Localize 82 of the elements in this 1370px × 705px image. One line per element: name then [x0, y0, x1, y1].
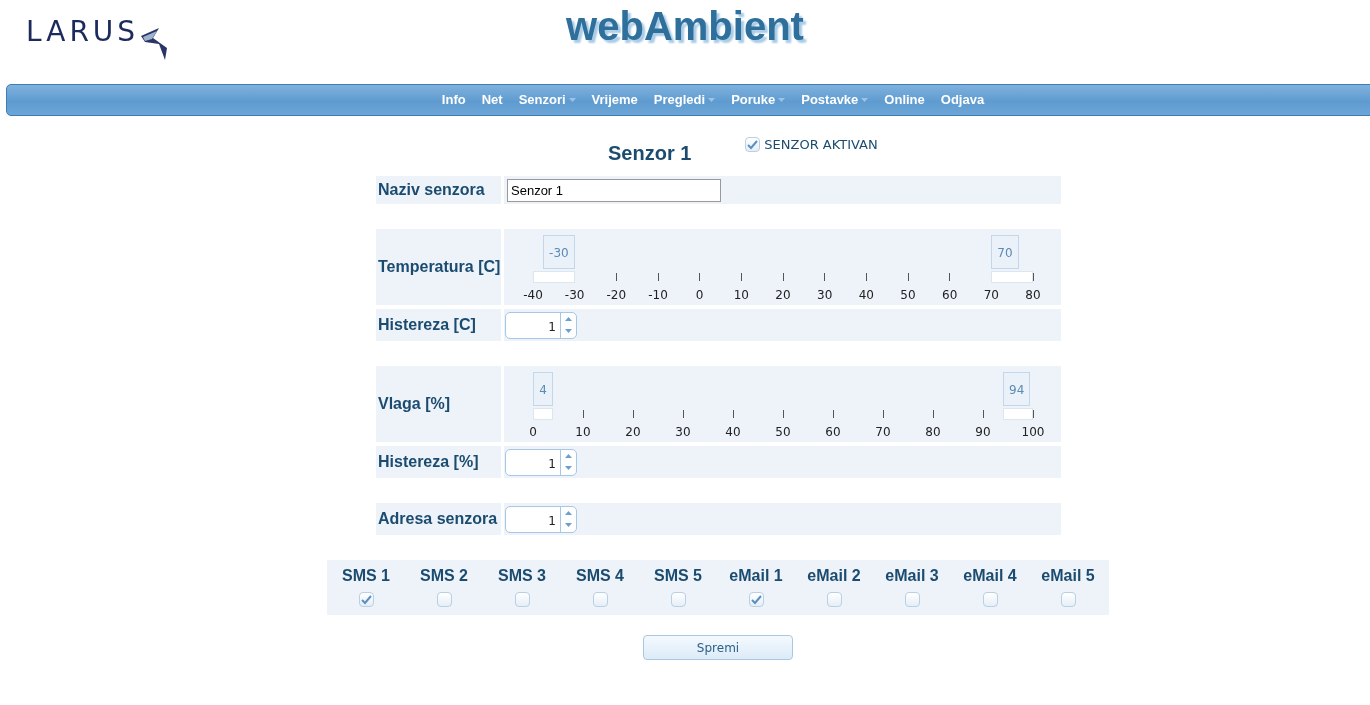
checkbox[interactable] [745, 137, 761, 153]
tick-label: 10 [733, 287, 749, 304]
channel-label: eMail 5 [1041, 566, 1095, 586]
field-label: Histereza [C] [378, 315, 476, 335]
tick-label: 30 [817, 287, 833, 304]
value-tooltip: 94 [1003, 372, 1031, 406]
checkbox[interactable] [358, 592, 374, 607]
tick-label: 20 [775, 287, 791, 304]
nav-link[interactable]: Net [481, 90, 503, 110]
channel-label: SMS 1 [342, 566, 390, 586]
caret-icon [861, 98, 869, 102]
channel-label: eMail 1 [729, 566, 783, 586]
tick-label: 60 [942, 287, 958, 304]
field-label: Histereza [%] [378, 452, 479, 472]
tick-label: 50 [900, 287, 916, 304]
tick-label: 80 [925, 424, 941, 441]
tick-label: 50 [775, 424, 791, 441]
tick-label: 100 [1021, 424, 1045, 441]
tick-label: 70 [983, 287, 999, 304]
checkbox[interactable] [748, 592, 764, 607]
check-icon [747, 139, 759, 150]
field-label: Vlaga [%] [378, 394, 450, 414]
tick-label: -20 [606, 287, 627, 304]
channel-label: SMS 5 [654, 566, 702, 586]
tick-label: -10 [648, 287, 668, 304]
tick-label: 0 [695, 287, 704, 304]
value-tooltip: 70 [991, 235, 1019, 269]
checkbox-label[interactable]: SENZOR AKTIVAN [764, 135, 878, 155]
checkbox[interactable] [982, 592, 998, 607]
nav-link[interactable]: Poruke [731, 90, 786, 110]
save-button[interactable]: Spremi [643, 635, 793, 660]
app-title: webAmbient [566, 4, 804, 48]
nav-link[interactable]: Senzori [518, 90, 576, 110]
channel-label: SMS 2 [420, 566, 468, 586]
checkbox[interactable] [670, 592, 686, 607]
nav-link[interactable]: Pregledi [653, 90, 716, 110]
tick-label: -30 [564, 287, 585, 304]
channel-label: SMS 4 [576, 566, 624, 586]
tick-label: 40 [858, 287, 874, 304]
tick-label: 90 [975, 424, 991, 441]
checkbox[interactable] [1060, 592, 1076, 607]
channel-label: SMS 3 [498, 566, 546, 586]
channel-label: eMail 2 [807, 566, 861, 586]
tick-label: 20 [625, 424, 641, 441]
nav-link[interactable]: Online [884, 90, 925, 110]
range-slider[interactable]: -40 -30 -20 -10 0 10 20 30 40 50 60 70 80 -30 70 [517, 229, 1049, 305]
tick-label: 60 [825, 424, 841, 441]
sensor-title: Senzor 1 [608, 141, 692, 166]
field-label: Naziv senzora [378, 180, 485, 200]
tick-label: 10 [575, 424, 591, 441]
nav-link[interactable]: Postavke [801, 90, 869, 110]
channel-label: eMail 4 [963, 566, 1017, 586]
value-tooltip: -30 [543, 235, 575, 269]
text-field[interactable]: Senzor 1 [507, 178, 721, 202]
checkbox[interactable] [826, 592, 842, 607]
caret-icon [778, 98, 786, 102]
channel-label: eMail 3 [885, 566, 939, 586]
number-spinner[interactable]: 1 [505, 311, 577, 339]
tick-label: 70 [875, 424, 891, 441]
check-icon [360, 594, 372, 605]
checkbox[interactable] [514, 592, 530, 607]
tick-label: 30 [675, 424, 691, 441]
caret-icon [568, 98, 576, 102]
logo-text: LARUS [26, 18, 140, 46]
field-label: Temperatura [C] [378, 257, 501, 277]
checkbox[interactable] [592, 592, 608, 607]
tick-label: 80 [1025, 287, 1041, 304]
field-label: Adresa senzora [378, 509, 498, 529]
tick-label: 0 [529, 424, 537, 441]
nav-link[interactable]: Odjava [940, 90, 985, 110]
check-icon [750, 594, 762, 605]
nav-link[interactable]: Info [441, 90, 466, 110]
checkbox[interactable] [436, 592, 452, 607]
caret-icon [708, 98, 716, 102]
tick-label: 40 [725, 424, 741, 441]
tick-label: -40 [523, 287, 543, 304]
nav-link[interactable]: Vrijeme [591, 90, 638, 110]
number-spinner[interactable]: 1 [505, 505, 577, 533]
range-slider[interactable]: 0 10 20 30 40 50 60 70 80 90 100 4 94 [517, 366, 1049, 442]
value-tooltip: 4 [533, 372, 553, 406]
checkbox[interactable] [904, 592, 920, 607]
number-spinner[interactable]: 1 [505, 448, 577, 476]
